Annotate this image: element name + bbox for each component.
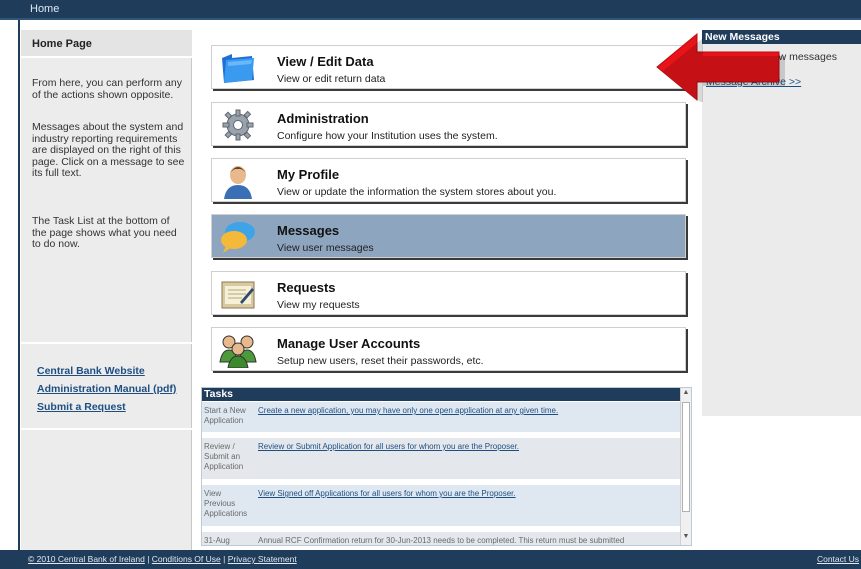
submit-request-link[interactable]: Submit a Request [37,398,176,416]
menu-title: Manage User Accounts [277,336,421,351]
scroll-up-icon[interactable]: ▲ [681,389,691,399]
sidebar-intro-text: From here, you can perform any of the ac… [32,77,182,101]
menu-desc: View or edit return data [277,73,386,85]
scroll-down-icon[interactable]: ▼ [681,533,691,543]
menu-item-requests[interactable]: Requests View my requests [211,271,686,315]
menu-item-administration[interactable]: Administration Configure how your Instit… [211,102,686,146]
sidebar-divider [21,428,192,430]
sidebar-tasks-text: The Task List at the bottom of the page … [32,215,177,250]
menu-desc: View or update the information the syste… [277,186,557,198]
menu-desc: View my requests [277,299,360,311]
menu-item-manage-user-accounts[interactable]: Manage User Accounts Setup new users, re… [211,327,686,371]
notepad-icon [221,281,255,309]
footer-separator: | [144,554,152,564]
menu-title: My Profile [277,167,340,182]
menu-desc: Setup new users, reset their passwords, … [277,355,484,367]
task-label: Start a New Application [204,406,246,425]
tasks-scrollbar[interactable]: ▲ ▼ [680,388,691,545]
task-label: View Previous Applications [204,489,248,518]
sidebar-divider [21,342,192,344]
scroll-thumb[interactable] [682,402,690,512]
task-row: Start a New Application Create a new app… [202,402,681,435]
menu-item-my-profile[interactable]: My Profile View or update the informatio… [211,158,686,202]
page: Home Home Page From here, you can perfor… [0,0,861,569]
menu-desc: View user messages [277,242,374,254]
task-link[interactable]: View Signed off Applications for all use… [258,489,516,498]
central-bank-website-link[interactable]: Central Bank Website [37,362,176,380]
menu-title: Messages [277,223,340,238]
menu-title: Requests [277,280,336,295]
menu-desc: Configure how your Institution uses the … [277,130,498,142]
user-icon [224,166,252,199]
privacy-statement-link[interactable]: Privacy Statement [228,554,297,564]
footer-left: © 2010 Central Bank of Ireland | Conditi… [28,554,297,564]
footer: © 2010 Central Bank of Ireland | Conditi… [0,550,861,569]
folder-icon [222,54,254,83]
left-edge [0,20,20,550]
copyright-link[interactable]: © 2010 Central Bank of Ireland [28,554,145,564]
users-group-icon [219,335,257,368]
task-row: View Previous Applications View Signed o… [202,485,681,529]
tasks-panel: Tasks Start a New Application Create a n… [201,387,692,546]
menu-title: View / Edit Data [277,54,374,69]
red-arrow-icon [656,32,785,102]
task-label: Review / Submit an Application [204,442,244,471]
menu-item-messages[interactable]: Messages View user messages [211,214,686,258]
conditions-of-use-link[interactable]: Conditions Of Use [152,554,221,564]
administration-manual-link[interactable]: Administration Manual (pdf) [37,380,176,398]
sidebar-heading: Home Page [21,30,192,58]
sidebar: Home Page From here, you can perform any… [21,30,192,550]
home-tab[interactable]: Home [30,3,59,15]
menu-title: Administration [277,111,369,126]
menu-item-view-edit-data[interactable]: View / Edit Data View or edit return dat… [211,45,686,89]
task-link[interactable]: Review or Submit Application for all use… [258,442,519,451]
task-link[interactable]: Create a new application, you may have o… [258,406,558,415]
task-row: Review / Submit an Application Review or… [202,438,681,482]
task-label: 31-Aug [204,536,230,545]
contact-us-link[interactable]: Contact Us [817,554,859,564]
task-text: Annual RCF Confirmation return for 30-Ju… [258,536,625,545]
chat-bubbles-icon [221,222,255,253]
sidebar-links: Central Bank Website Administration Manu… [37,362,176,416]
sidebar-messages-text: Messages about the system and industry r… [32,121,185,179]
task-row: 31-Aug Annual RCF Confirmation return fo… [202,532,681,545]
tasks-header: Tasks [202,388,681,401]
footer-separator: | [220,554,228,564]
gear-icon [222,109,254,141]
top-bar: Home [0,0,861,20]
